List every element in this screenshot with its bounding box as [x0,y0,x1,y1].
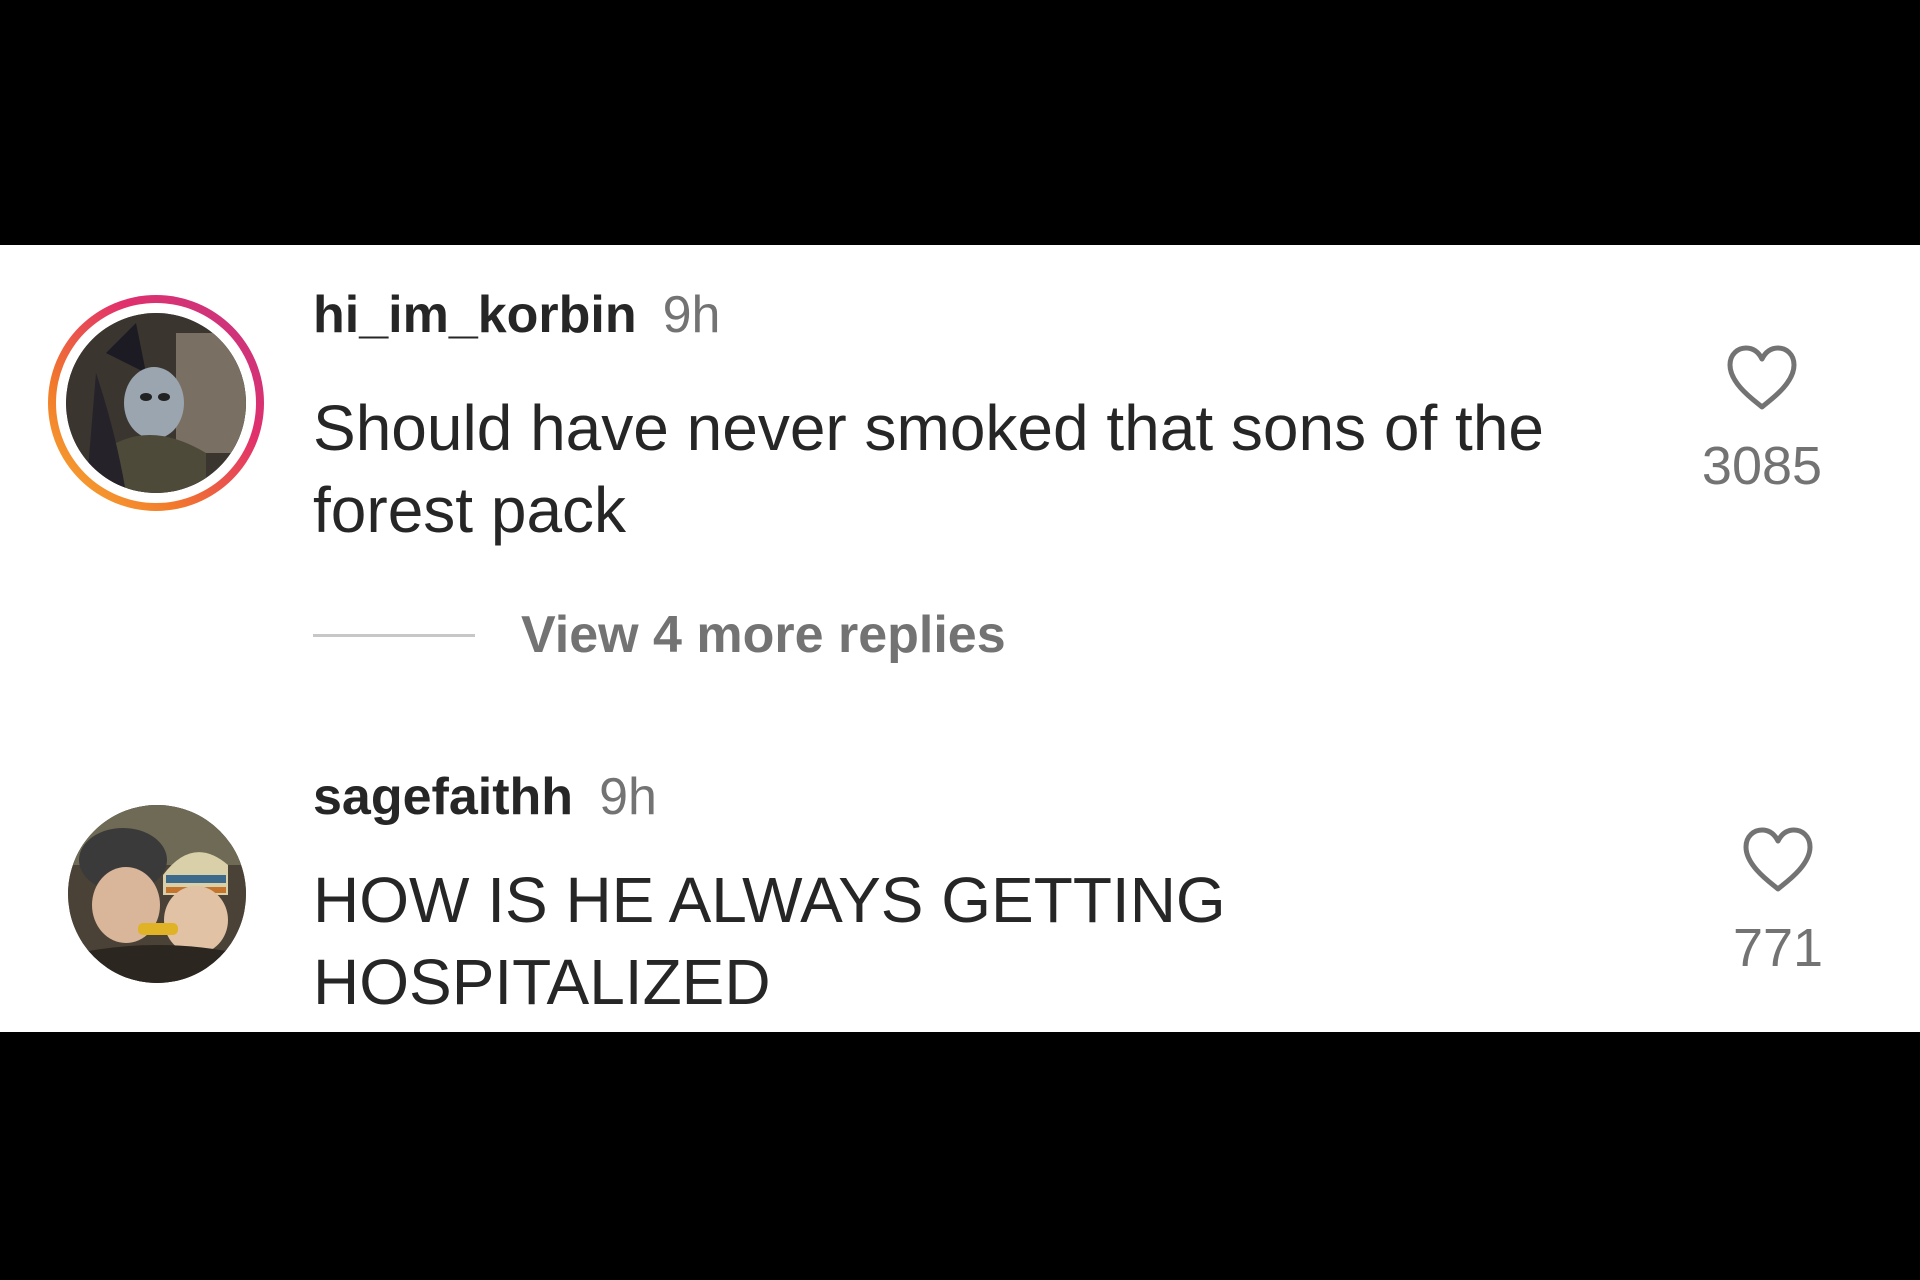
comment-text: Should have never smoked that sons of th… [313,392,1544,546]
comments-panel: hi_im_korbin 9h Should have never smoked … [0,245,1920,1032]
heart-outline-icon [1743,827,1813,892]
avatar [66,313,246,493]
comment-header: sagefaithh 9h [313,767,657,827]
comment-header: hi_im_korbin 9h [313,285,720,345]
comment-text: HOW IS HE ALWAYS GETTING HOSPITALIZED [313,864,1226,1018]
screenshot-frame: hi_im_korbin 9h Should have never smoked … [0,0,1920,1280]
view-replies-button[interactable]: View 4 more replies [313,605,1006,665]
like-count: 771 [1732,918,1824,978]
view-replies-label: View 4 more replies [521,606,1006,664]
heart-outline-icon [1727,345,1797,410]
avatar-image [66,313,246,493]
timestamp: 9h [662,286,721,344]
username[interactable]: sagefaithh [313,768,573,826]
like-count: 3085 [1701,436,1823,496]
like-button[interactable]: 771 [1708,825,1848,979]
avatar-image [68,805,246,983]
replies-divider [313,633,475,637]
comment-item: hi_im_korbin 9h Should have never smoked … [0,245,1920,715]
like-button[interactable]: 3085 [1692,343,1832,497]
avatar[interactable] [68,805,246,983]
comment-item: sagefaithh 9h HOW IS HE ALWAYS GETTING HO… [0,765,1920,1032]
timestamp: 9h [599,768,657,826]
avatar-story-ring[interactable] [48,295,264,511]
username[interactable]: hi_im_korbin [313,286,637,344]
